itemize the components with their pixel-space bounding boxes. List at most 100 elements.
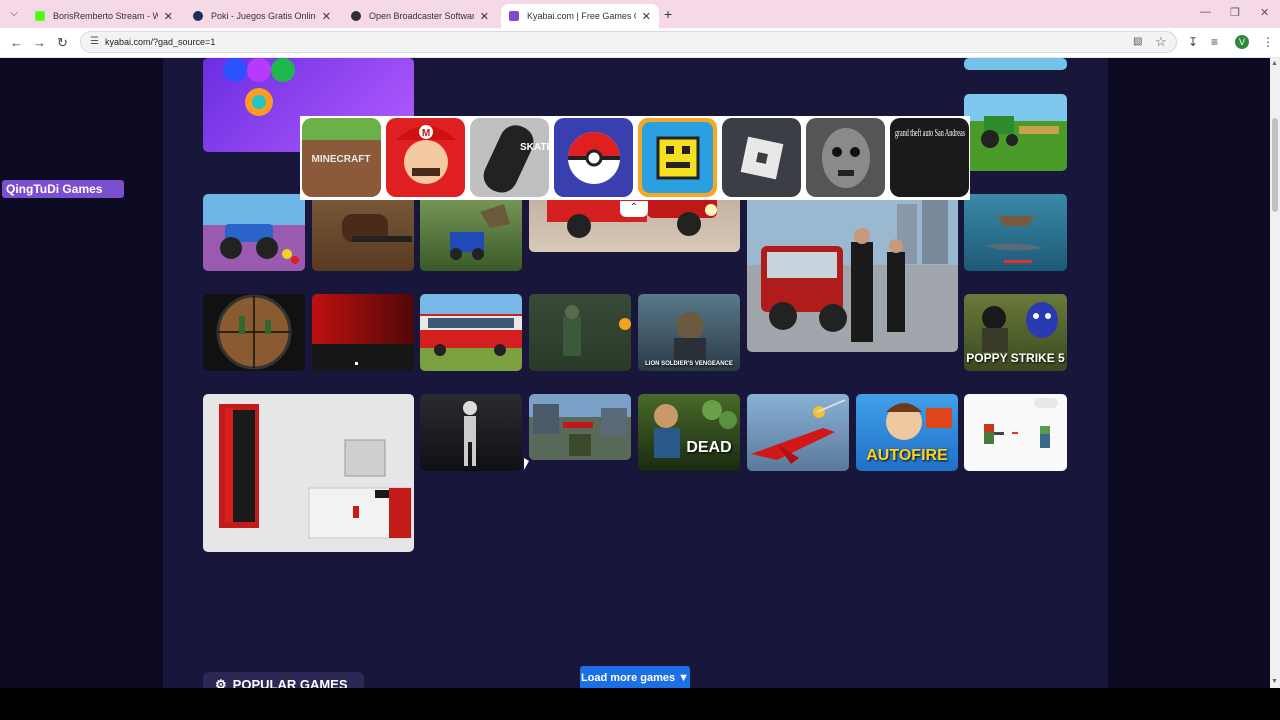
poki-favicon-icon — [193, 11, 203, 21]
game-tile-escape-room[interactable] — [203, 394, 414, 552]
tab-title: Poki - Juegos Gratis Online - ju — [211, 11, 316, 21]
minimize-icon[interactable]: — — [1200, 6, 1211, 18]
game-tile-dino-truck[interactable] — [420, 194, 522, 271]
restore-icon[interactable]: ❐ — [1230, 6, 1240, 19]
ad-granny[interactable] — [806, 118, 885, 197]
address-bar[interactable]: ☰ kyabai.com/?gad_source=1 ▧ ☆ — [80, 31, 1177, 53]
forward-icon[interactable]: → — [33, 35, 46, 50]
roblox-icon — [740, 136, 784, 180]
translate-icon[interactable]: ▧ — [1133, 36, 1142, 47]
reload-icon[interactable]: ↻ — [57, 35, 68, 51]
download-icon[interactable]: ↧ — [1188, 35, 1198, 49]
tab-borisremberto[interactable]: BorisRemberto Stream - Watch ✕ — [27, 4, 181, 28]
ad-minecraft[interactable]: MINECRAFT — [302, 118, 381, 197]
game-tile-war-city[interactable] — [529, 394, 631, 460]
stickman-art — [463, 401, 477, 466]
poppy-strike-title: POPPY STRIKE 5 — [966, 351, 1065, 365]
more-menu-icon[interactable]: ⋮ — [1262, 35, 1274, 49]
geometry-dash-icon — [642, 122, 713, 193]
jet-art — [751, 399, 846, 464]
os-taskbar — [0, 688, 1280, 720]
red-blocks-art — [312, 344, 414, 371]
game-tile-tractor[interactable] — [964, 94, 1067, 171]
shark-art — [984, 216, 1044, 263]
ad-skate-label: SKATE — [520, 142, 549, 153]
url-text: kyabai.com/?gad_source=1 — [105, 37, 216, 47]
kick-favicon-icon — [35, 11, 45, 21]
ad-mario-label: M — [422, 128, 430, 139]
tractor-art — [981, 116, 1059, 148]
site-info-icon[interactable]: ☰ — [90, 36, 99, 47]
minecraft-icon: MINECRAFT — [302, 118, 381, 197]
close-tab-icon[interactable]: ✕ — [642, 10, 651, 23]
close-window-icon[interactable]: ✕ — [1260, 6, 1269, 19]
load-more-button[interactable]: Load more games ▼ — [580, 666, 690, 688]
ad-pokeball[interactable] — [554, 118, 633, 197]
game-tile-mr-autofire[interactable]: AUTOFIRE — [856, 394, 958, 471]
ad-skate[interactable]: SKATE — [470, 118, 549, 197]
chevron-down-icon: ▼ — [678, 672, 690, 684]
browser-tab-bar: ⌵ BorisRemberto Stream - Watch ✕ Poki - … — [0, 0, 1280, 28]
game-tile-pixel-shooter[interactable] — [964, 394, 1067, 471]
soldier-art — [563, 305, 631, 356]
scroll-down-icon[interactable]: ▼ — [1271, 678, 1278, 685]
game-tile-jet-fighter[interactable] — [747, 394, 849, 471]
scroll-up-icon[interactable]: ▲ — [1271, 60, 1278, 67]
ad-qingtudi-label: QingTuDi Games — [2, 180, 124, 198]
close-tab-icon[interactable]: ✕ — [322, 10, 331, 23]
bus-art — [420, 314, 522, 356]
game-tile-monster-truck[interactable] — [203, 194, 305, 271]
ad-minecraft-label: MINECRAFT — [312, 154, 371, 165]
ad-banner[interactable]: MINECRAFT M SKATE — [300, 116, 970, 200]
obs-favicon-icon — [351, 11, 361, 21]
media-control-icon[interactable]: ≡ — [1211, 35, 1218, 49]
skate-icon: SKATE — [483, 125, 549, 193]
game-tile-poppy-strike[interactable]: POPPY STRIKE 5 — [964, 294, 1067, 371]
ad-gta-label: grand theft auto San Andreas — [895, 128, 965, 139]
close-tab-icon[interactable]: ✕ — [480, 10, 489, 23]
game-tile-red-blocks[interactable] — [312, 294, 414, 371]
game-tile-shark[interactable] — [964, 194, 1067, 271]
granny-icon — [822, 128, 870, 188]
game-tile-desert-sniper[interactable] — [203, 294, 305, 371]
ad-roblox[interactable] — [722, 118, 801, 197]
game-tile-truck-bodyguard[interactable] — [747, 194, 958, 352]
escape-room-art — [219, 404, 412, 539]
game-tile-top-right[interactable] — [964, 58, 1067, 70]
lion-soldier-title: LION SOLDIER'S VENGEANCE — [645, 361, 733, 367]
game-tile-sniper-hunt[interactable] — [312, 194, 414, 271]
browser-toolbar: ← → ↻ ☰ kyabai.com/?gad_source=1 ▧ ☆ ↧ ≡… — [0, 28, 1280, 58]
tab-obs[interactable]: Open Broadcaster Software | O ✕ — [343, 4, 497, 28]
new-tab-icon[interactable]: + — [664, 6, 672, 22]
profile-avatar[interactable]: V — [1235, 35, 1249, 49]
dino-truck-art — [450, 204, 510, 260]
kyabai-favicon-icon — [509, 11, 519, 21]
scrollbar-thumb[interactable] — [1272, 118, 1278, 212]
lion-soldier-art — [674, 312, 706, 362]
page-scrollbar[interactable]: ▲ ▼ — [1270, 58, 1280, 688]
ad-mario[interactable]: M — [386, 118, 465, 197]
mr-autofire-title: AUTOFIRE — [866, 447, 948, 464]
game-tile-bus-simulator[interactable] — [420, 294, 522, 371]
ad-geometry-dash[interactable] — [638, 118, 717, 197]
tab-poki[interactable]: Poki - Juegos Gratis Online - ju ✕ — [185, 4, 339, 28]
close-tab-icon[interactable]: ✕ — [164, 10, 173, 23]
tab-search-icon[interactable]: ⌵ — [6, 6, 22, 22]
bookmark-star-icon[interactable]: ☆ — [1155, 34, 1167, 50]
ad-gta-san-andreas[interactable]: grand theft auto San Andreas — [890, 118, 969, 197]
scope-art — [216, 294, 292, 370]
pokeball-icon — [568, 132, 620, 184]
sniper-art — [342, 214, 412, 242]
mario-icon: M — [396, 125, 456, 184]
collapse-ad-icon[interactable]: ⌃ — [620, 201, 648, 217]
game-tile-stickman[interactable] — [420, 394, 522, 471]
mouse-cursor-icon — [524, 458, 529, 470]
game-tile-lion-soldier[interactable]: LION SOLDIER'S VENGEANCE — [638, 294, 740, 371]
tab-kyabai[interactable]: Kyabai.com | Free Games Online ✕ — [501, 4, 659, 28]
game-tile-zombie-soldier[interactable] — [529, 294, 631, 371]
gta-icon: grand theft auto San Andreas — [895, 128, 965, 139]
monster-truck-art — [220, 224, 299, 264]
back-icon[interactable]: ← — [10, 35, 23, 50]
game-tile-dead-ahead[interactable]: DEAD — [638, 394, 740, 471]
tab-title: Kyabai.com | Free Games Online — [527, 11, 636, 21]
